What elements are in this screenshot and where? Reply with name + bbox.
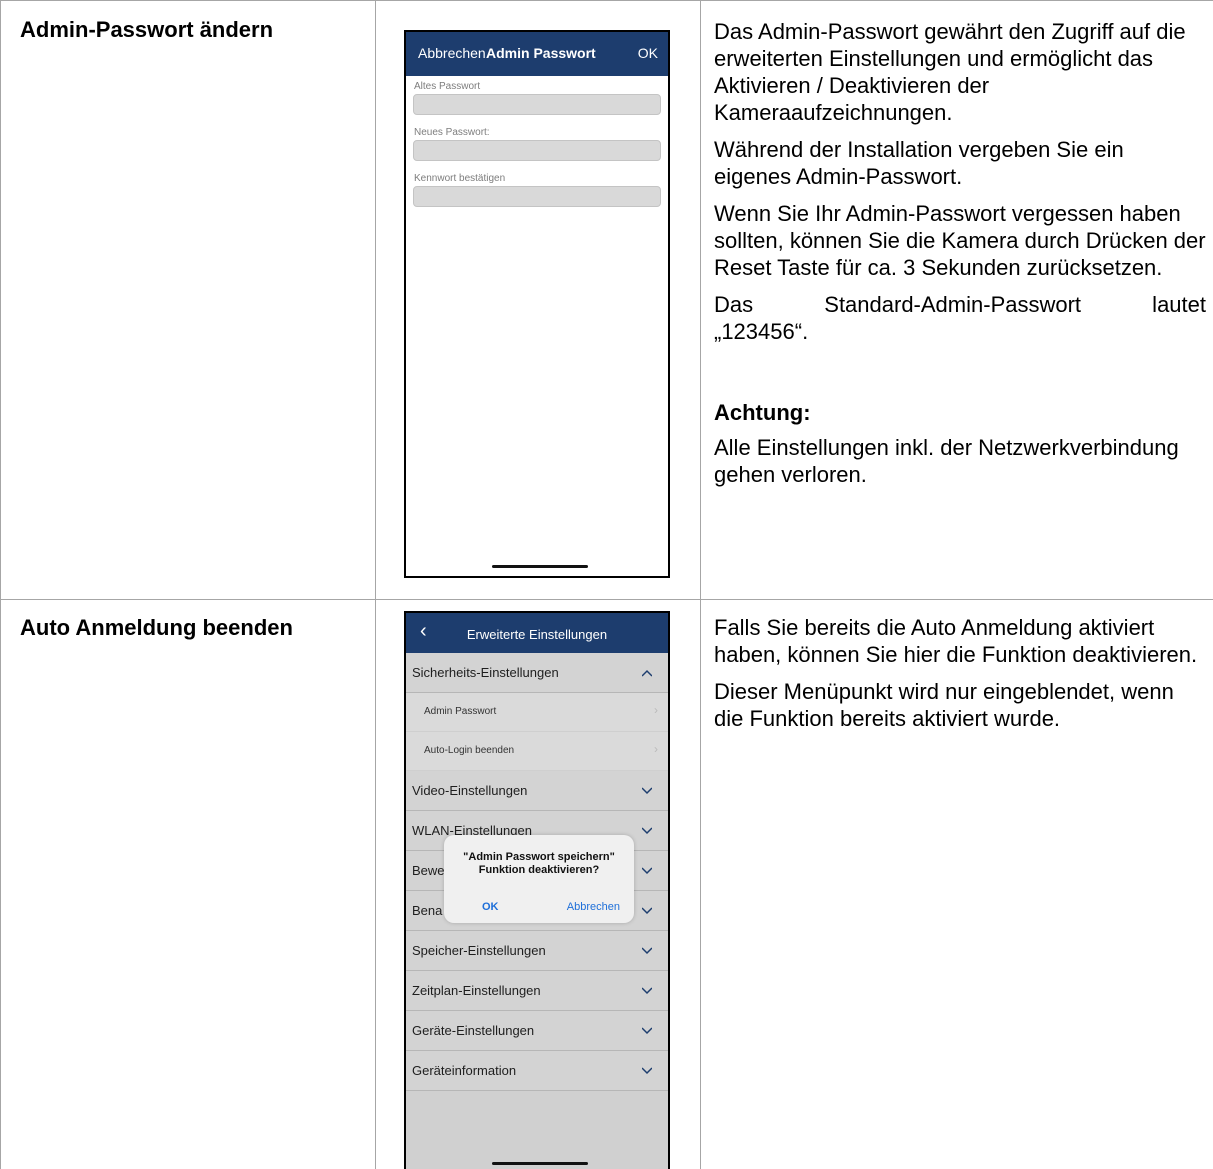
section-schedule[interactable]: Zeitplan-Einstellungen [406, 971, 668, 1011]
chevron-down-icon [642, 987, 652, 995]
paragraph: Das Admin-Passwort gewährt den Zugriff a… [714, 19, 1186, 125]
table-left-border [0, 0, 1, 1169]
chevron-down-icon [642, 867, 652, 875]
section-security[interactable]: Sicherheits-Einstellungen [406, 653, 668, 693]
chevron-down-icon [642, 947, 652, 955]
confirm-password-label: Kennwort bestätigen [414, 173, 506, 184]
confirm-password-field[interactable] [413, 186, 661, 207]
section-device-info[interactable]: Geräteinformation [406, 1051, 668, 1091]
nav-title: Admin Passwort [486, 45, 596, 61]
table-col-divider-2 [700, 0, 701, 1169]
cancel-button[interactable]: Abbrechen [418, 45, 486, 61]
section-storage[interactable]: Speicher-Einstellungen [406, 931, 668, 971]
paragraph: Das Standard-Admin-Passwort lautet [714, 292, 1206, 317]
dialog-ok-button[interactable]: OK [482, 901, 499, 913]
section-label: Video-Einstellungen [412, 783, 528, 798]
section-video[interactable]: Video-Einstellungen [406, 771, 668, 811]
row1-title: Admin-Passwort ändern [20, 17, 274, 42]
row2-description: Falls Sie bereits die Auto Anmeldung akt… [714, 614, 1206, 742]
new-password-label: Neues Passwort: [414, 127, 490, 138]
nav-bar: Abbrechen Admin Passwort OK [406, 32, 668, 76]
section-label: Bena [412, 903, 443, 918]
chevron-down-icon [642, 787, 652, 795]
old-password-field[interactable] [413, 94, 661, 115]
old-password-label: Altes Passwort [414, 81, 481, 92]
dialog-line-1: "Admin Passwort speichern" [463, 851, 615, 863]
paragraph: Während der Installation vergeben Sie ei… [714, 137, 1124, 189]
dialog-line-2: Funktion deaktivieren? [478, 864, 600, 876]
nav-bar: ‹ Erweiterte Einstellungen [406, 613, 668, 653]
chevron-down-icon [642, 907, 652, 915]
menu-item-admin-password[interactable]: Admin Passwort › [406, 693, 668, 732]
chevron-right-icon: › [654, 703, 658, 717]
section-label: Speicher-Einstellungen [412, 943, 546, 958]
row2-title: Auto Anmeldung beenden [20, 615, 293, 640]
table-row-divider [0, 599, 1213, 600]
table-top-border [0, 0, 1213, 1]
nav-title: Erweiterte Einstellungen [466, 627, 608, 642]
section-label: Zeitplan-Einstellungen [412, 983, 541, 998]
phone-advanced-settings: ‹ Erweiterte Einstellungen Sicherheits-E… [404, 611, 670, 1169]
new-password-field[interactable] [413, 140, 661, 161]
paragraph: „123456“. [714, 319, 809, 344]
section-label: Geräte-Einstellungen [412, 1023, 535, 1038]
table-col-divider-1 [375, 0, 376, 1169]
dialog-cancel-button[interactable]: Abbrechen [567, 901, 620, 913]
row1-description: Das Admin-Passwort gewährt den Zugriff a… [714, 18, 1206, 498]
section-label: Bewe [412, 863, 445, 878]
home-indicator [492, 565, 588, 568]
paragraph: Dieser Menüpunkt wird nur eingeblendet, … [714, 679, 1174, 731]
confirm-dialog: "Admin Passwort speichern" Funktion deak… [444, 835, 634, 923]
menu-item-label: Auto-Login beenden [424, 745, 515, 756]
section-label: Sicherheits-Einstellungen [412, 665, 559, 680]
chevron-right-icon: › [654, 742, 658, 756]
section-device[interactable]: Geräte-Einstellungen [406, 1011, 668, 1051]
home-indicator [492, 1162, 588, 1165]
section-label: Geräteinformation [412, 1063, 517, 1078]
menu-item-auto-login[interactable]: Auto-Login beenden › [406, 732, 668, 771]
menu-item-label: Admin Passwort [424, 706, 497, 717]
dialog-message: "Admin Passwort speichern" Funktion deak… [444, 851, 634, 877]
paragraph: Wenn Sie Ihr Admin-Passwort vergessen ha… [714, 201, 1206, 280]
chevron-up-icon [642, 669, 652, 677]
ok-button[interactable]: OK [638, 45, 658, 61]
chevron-down-icon [642, 827, 652, 835]
warning-text: Alle Einstellungen inkl. der Netzwerkver… [714, 435, 1179, 487]
chevron-down-icon [642, 1067, 652, 1075]
chevron-down-icon [642, 1027, 652, 1035]
paragraph: Falls Sie bereits die Auto Anmeldung akt… [714, 615, 1198, 667]
warning-heading: Achtung: [714, 400, 811, 425]
phone-admin-password: Abbrechen Admin Passwort OK Altes Passwo… [404, 30, 670, 578]
